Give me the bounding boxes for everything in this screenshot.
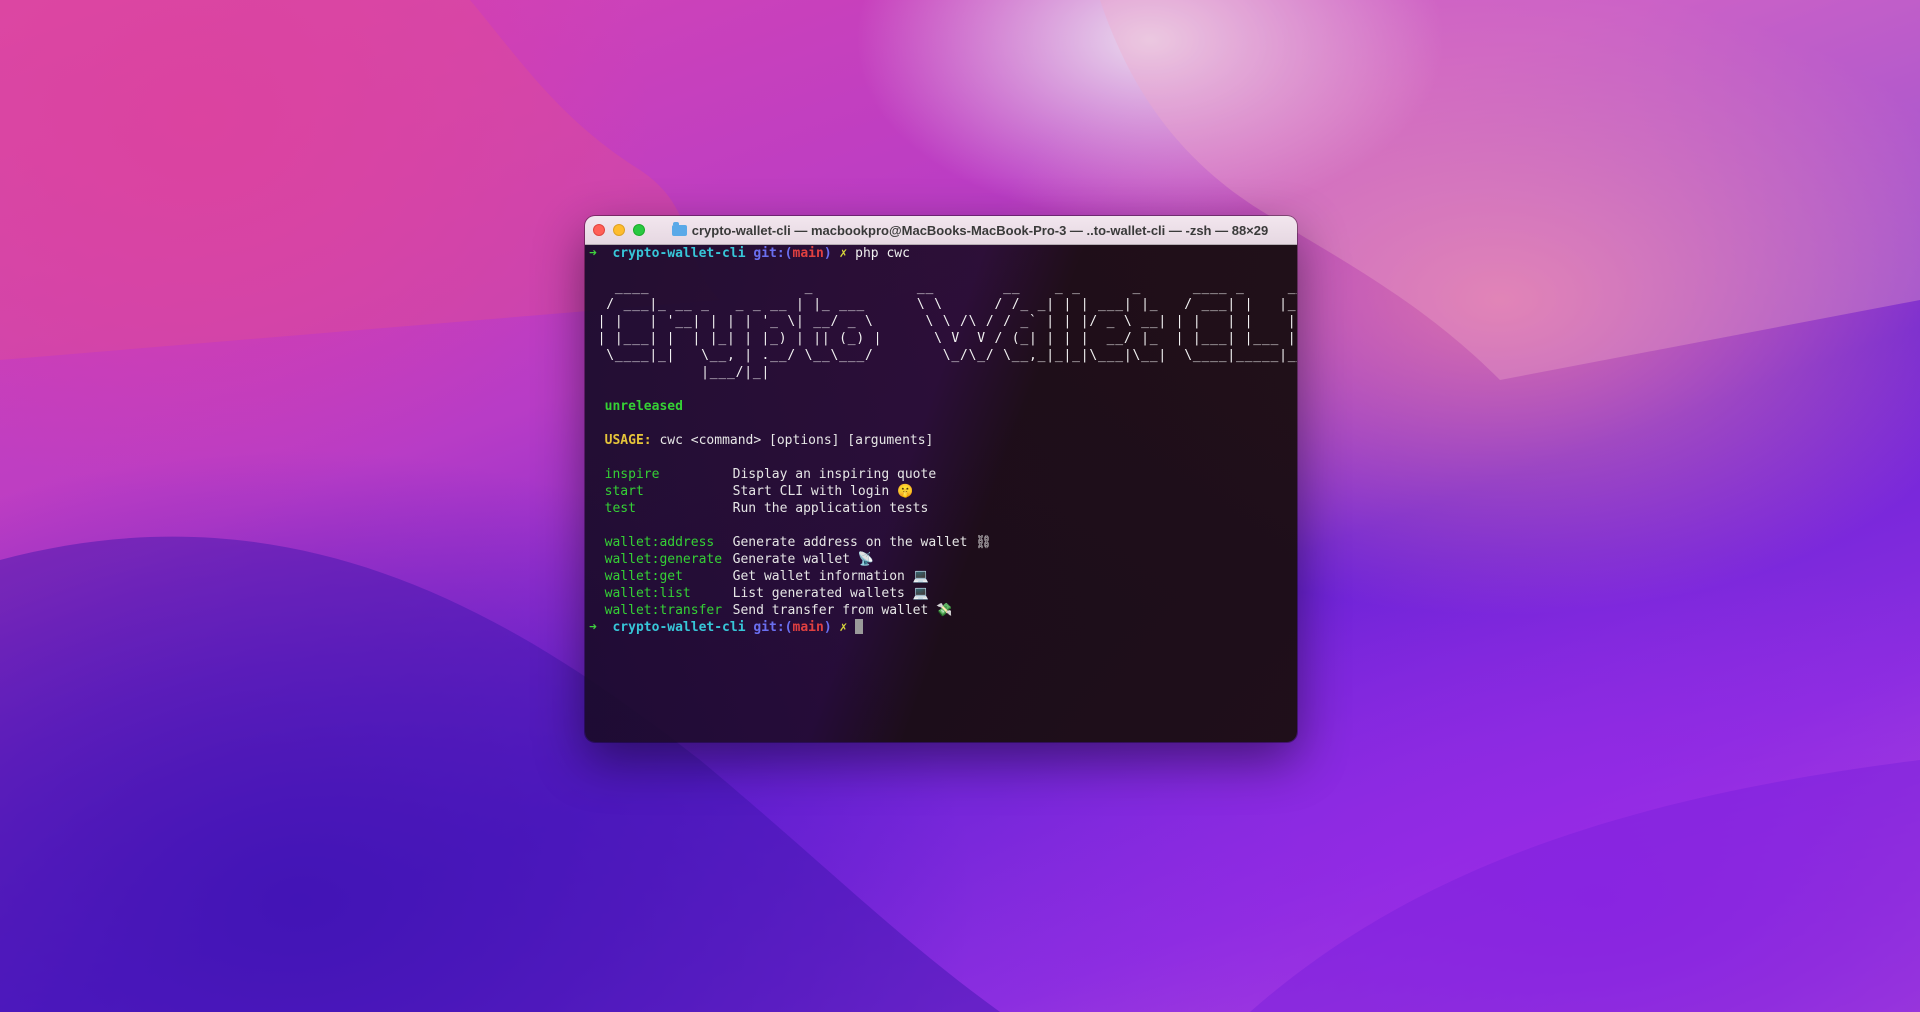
usage-line: USAGE: cwc <command> [options] [argument… [589,432,1297,449]
prompt-git-label: git:( [753,620,793,635]
command-row: test Run the application tests [589,500,1297,517]
entered-command: php cwc [855,246,910,261]
traffic-lights [593,224,645,236]
text-cursor[interactable] [855,619,864,634]
command-row: inspire Display an inspiring quote [589,466,1297,483]
command-row: wallet:get Get wallet information 💻 [589,568,1297,585]
prompt-git-label: git:( [753,246,793,261]
minimize-button[interactable] [613,224,625,236]
prompt-git-close: ) [823,620,832,635]
prompt-git-close: ) [823,246,832,261]
command-name: wallet:list [604,586,691,601]
command-description: Get wallet information 💻 [732,569,929,584]
terminal-content[interactable]: ➜ crypto-wallet-cli git:(main) ✗ php cwc… [585,245,1297,742]
prompt-arrow-icon: ➜ [589,246,597,261]
version-line: unreleased [589,398,1297,415]
prompt-branch: main [792,246,824,261]
command-description: Display an inspiring quote [732,467,937,482]
wallet-command-list: wallet:address Generate address on the wa… [589,534,1297,619]
title-bar[interactable]: crypto-wallet-cli — macbookpro@MacBooks-… [585,216,1297,245]
prompt-branch: main [792,620,824,635]
version-text: unreleased [604,399,683,414]
command-description: Start CLI with login 🤫 [732,484,914,499]
command-name: inspire [604,467,660,482]
command-name: wallet:transfer [604,603,723,618]
zoom-button[interactable] [633,224,645,236]
window-title: crypto-wallet-cli — macbookpro@MacBooks-… [651,216,1289,244]
command-name: wallet:get [604,569,683,584]
command-description: Generate wallet 📡 [732,552,875,567]
command-description: Run the application tests [732,501,929,516]
usage-text: cwc <command> [options] [arguments] [659,433,934,448]
prompt-line-2[interactable]: ➜ crypto-wallet-cli git:(main) ✗ [589,619,1297,636]
command-row: wallet:list List generated wallets 💻 [589,585,1297,602]
command-row: start Start CLI with login 🤫 [589,483,1297,500]
prompt-line-1: ➜ crypto-wallet-cli git:(main) ✗ php cwc [589,245,1297,262]
prompt-dirty-icon: ✗ [839,246,848,261]
ascii-banner: ____ _ __ __ _ _ _ ____ _ ___ / ___|_ __… [597,280,1297,380]
folder-icon [671,221,687,236]
command-list: inspire Display an inspiring quote start S… [589,466,1297,517]
command-name: start [604,484,644,499]
window-title-text: crypto-wallet-cli — macbookpro@MacBooks-… [691,222,1269,238]
command-row: wallet:generate Generate wallet 📡 [589,551,1297,568]
prompt-arrow-icon: ➜ [589,620,597,635]
command-row: wallet:transfer Send transfer from wallet… [589,602,1297,619]
command-name: wallet:address [604,535,715,550]
prompt-dirty-icon: ✗ [839,620,848,635]
command-row: wallet:address Generate address on the wa… [589,534,1297,551]
command-name: test [604,501,636,516]
prompt-directory: crypto-wallet-cli [612,246,746,261]
close-button[interactable] [593,224,605,236]
prompt-directory: crypto-wallet-cli [612,620,746,635]
command-description: List generated wallets 💻 [732,586,929,601]
terminal-window[interactable]: crypto-wallet-cli — macbookpro@MacBooks-… [585,216,1297,742]
command-description: Send transfer from wallet 💸 [732,603,953,618]
usage-label: USAGE: [604,433,652,448]
command-name: wallet:generate [604,552,723,567]
command-description: Generate address on the wallet ⛓ [732,535,992,550]
